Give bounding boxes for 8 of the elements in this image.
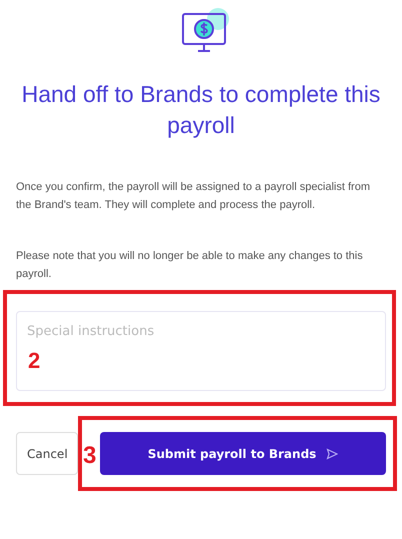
submit-button[interactable]: Submit payroll to Brands: [100, 432, 386, 475]
cancel-button[interactable]: Cancel: [16, 432, 78, 475]
send-icon: [326, 448, 338, 460]
dialog-text: Please note that you will no longer be able to make any changes to this payroll.: [16, 249, 364, 282]
dialog-title: Hand off to Brands to complete this payroll: [20, 80, 382, 140]
dialog-text: Once you confirm, the payroll will be assigned to a payroll specialist from the Brand's team. They will complete and process the payroll.: [16, 180, 371, 213]
annotation-number: 2: [28, 348, 40, 374]
annotation-number: 3: [83, 442, 96, 470]
